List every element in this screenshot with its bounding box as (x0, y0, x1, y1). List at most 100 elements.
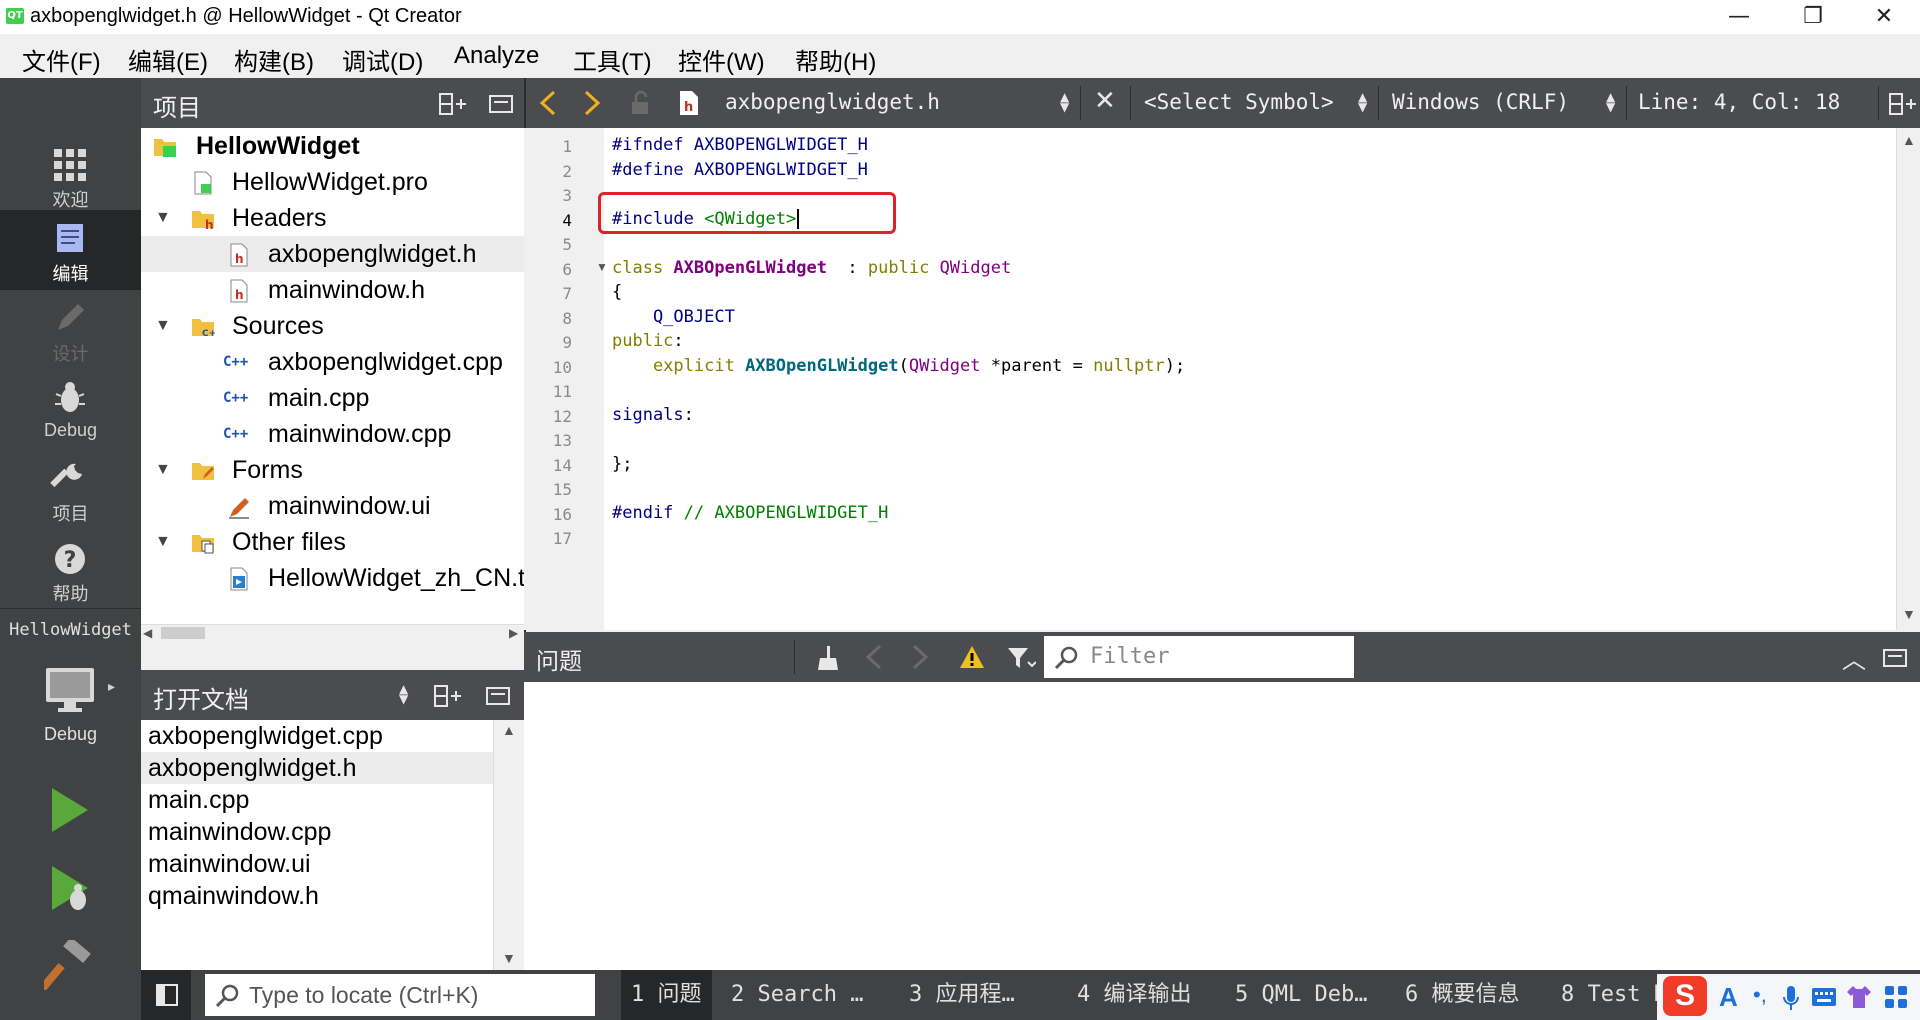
expand-arrow-icon[interactable]: ▼ (155, 200, 175, 236)
tree-item-ts[interactable]: HellowWidget_zh_CN.ts (141, 560, 524, 596)
punctuation-icon[interactable]: •, (1753, 982, 1767, 1008)
output-tab-qml-debugger[interactable]: 5 QML Deb… (1235, 970, 1367, 1020)
mode-projects[interactable]: 项目 (0, 450, 141, 530)
code-line[interactable]: }; (612, 454, 632, 474)
tree-item-axbopenglwidget-h[interactable]: h axbopenglwidget.h (141, 236, 524, 272)
panel-splitter[interactable] (141, 640, 524, 670)
editor-vertical-scrollbar[interactable]: ▲ ▼ (1896, 128, 1920, 630)
skin-shirt-icon[interactable] (1845, 984, 1873, 1010)
open-doc-item[interactable]: mainwindow.cpp (141, 816, 493, 848)
mode-design[interactable]: 设计 (0, 290, 141, 370)
mode-welcome[interactable]: 欢迎 (0, 136, 141, 216)
debug-run-icon[interactable] (48, 864, 96, 914)
tree-item-mainwindow-h[interactable]: h mainwindow.h (141, 272, 524, 308)
build-hammer-icon[interactable] (44, 940, 94, 990)
prev-issue-icon[interactable] (864, 644, 884, 670)
menu-edit[interactable]: 编辑(E) (128, 42, 208, 76)
scroll-down-icon[interactable]: ▼ (1902, 606, 1916, 622)
tree-item-mainwindow-ui[interactable]: mainwindow.ui (141, 488, 524, 524)
minimize-button[interactable]: — (1710, 0, 1768, 34)
project-tree[interactable]: HellowWidget HellowWidget.pro ▼ h Header… (141, 128, 524, 641)
split-icon[interactable] (1888, 92, 1918, 116)
maximize-panel-icon[interactable]: ︿ (1842, 640, 1866, 675)
menu-build[interactable]: 构建(B) (234, 42, 314, 76)
open-doc-item[interactable]: axbopenglwidget.cpp (141, 720, 493, 752)
split-icon[interactable] (438, 92, 468, 116)
output-tab-test-results[interactable]: 8 Test R (1561, 970, 1667, 1020)
output-tab-general[interactable]: 6 概要信息 (1405, 970, 1520, 1020)
tree-item-main-cpp[interactable]: C++ main.cpp (141, 380, 524, 416)
expand-arrow-icon[interactable]: ▼ (155, 452, 175, 488)
line-ending-combo[interactable]: Windows (CRLF) (1392, 90, 1569, 114)
issues-list[interactable] (524, 682, 1920, 970)
split-icon[interactable] (433, 684, 463, 708)
open-doc-item[interactable]: qmainwindow.h (141, 880, 493, 912)
code-line[interactable]: #define AXBOPENGLWIDGET_H (612, 160, 868, 180)
tree-item-mainwindow-cpp[interactable]: C++ mainwindow.cpp (141, 416, 524, 452)
tree-item-axbopenglwidget-cpp[interactable]: C++ axbopenglwidget.cpp (141, 344, 524, 380)
keyboard-icon[interactable] (1811, 986, 1837, 1008)
toolbox-grid-icon[interactable] (1883, 984, 1909, 1010)
expand-arrow-icon[interactable]: ▼ (155, 308, 175, 344)
scroll-right-icon[interactable]: ▶ (509, 626, 518, 640)
docs-vertical-scrollbar[interactable]: ▲ ▼ (493, 720, 524, 970)
output-tab-issues[interactable]: 1 问题 (621, 970, 712, 1020)
code-line[interactable]: { (612, 282, 622, 302)
tree-horizontal-scrollbar[interactable]: ◀ ▶ (141, 624, 524, 641)
warning-icon[interactable] (958, 644, 986, 670)
microphone-icon[interactable] (1781, 984, 1801, 1012)
open-doc-item[interactable]: axbopenglwidget.h (141, 752, 493, 784)
mode-help[interactable]: ? 帮助 (0, 530, 141, 610)
tree-item-forms[interactable]: ▼ Forms (141, 452, 524, 488)
output-tab-search[interactable]: 2 Search … (731, 970, 863, 1020)
tree-item-headers[interactable]: ▼ h Headers (141, 200, 524, 236)
mode-debug[interactable]: Debug (0, 370, 141, 450)
open-doc-item[interactable]: mainwindow.ui (141, 848, 493, 880)
symbol-combo-arrows-icon[interactable]: ▲ ▼ (1358, 91, 1367, 113)
menu-debug[interactable]: 调试(D) (342, 42, 423, 76)
scroll-thumb[interactable] (161, 627, 205, 639)
kit-selector[interactable]: ▸ Debug (0, 656, 141, 756)
code-line[interactable]: #endif // AXBOPENGLWIDGET_H (612, 503, 888, 523)
output-tab-compile[interactable]: 4 编译输出 (1077, 970, 1192, 1020)
close-button[interactable]: ✕ (1855, 0, 1913, 34)
scroll-up-icon[interactable]: ▲ (502, 722, 516, 738)
close-pane-icon[interactable] (1882, 646, 1908, 670)
scroll-left-icon[interactable]: ◀ (143, 626, 152, 640)
open-doc-item[interactable]: main.cpp (141, 784, 493, 816)
fold-arrow-icon[interactable]: ▼ (596, 260, 608, 274)
open-docs-list[interactable]: axbopenglwidget.cpp axbopenglwidget.h ma… (141, 720, 524, 970)
cursor-position[interactable]: Line: 4, Col: 18 (1638, 90, 1840, 114)
ime-mode-icon[interactable]: A (1719, 982, 1738, 1013)
code-line[interactable]: #ifndef AXBOPENGLWIDGET_H (612, 135, 868, 155)
output-tab-app-output[interactable]: 3 应用程… (909, 970, 1015, 1020)
menu-tools[interactable]: 工具(T) (573, 42, 652, 76)
close-pane-icon[interactable] (488, 92, 514, 116)
scroll-down-icon[interactable]: ▼ (502, 950, 516, 966)
line-ending-arrows-icon[interactable]: ▲ ▼ (1606, 91, 1615, 113)
locator-input[interactable]: Type to locate (Ctrl+K) (205, 974, 595, 1016)
next-issue-icon[interactable] (910, 644, 930, 670)
code-line[interactable]: public: (612, 331, 684, 351)
scroll-up-icon[interactable]: ▲ (1902, 132, 1916, 148)
view-select-arrows-icon[interactable]: ▲▼ (399, 683, 408, 705)
menu-controls[interactable]: 控件(W) (678, 42, 765, 76)
menu-file[interactable]: 文件(F) (22, 42, 101, 76)
maximize-button[interactable]: ❐ (1784, 0, 1842, 34)
forward-arrow-icon[interactable] (582, 90, 602, 116)
mode-edit[interactable]: 编辑 (0, 210, 141, 290)
sogou-logo-icon[interactable]: S (1663, 976, 1707, 1016)
tree-item-other-files[interactable]: ▼ Other files (141, 524, 524, 560)
open-docs-title[interactable]: 打开文档 (153, 680, 249, 715)
close-pane-icon[interactable] (485, 684, 511, 708)
tree-item-sources[interactable]: ▼ C+ Sources (141, 308, 524, 344)
code-line[interactable]: signals: (612, 405, 694, 425)
menu-analyze[interactable]: Analyze (454, 42, 539, 70)
filter-icon[interactable] (1006, 646, 1036, 672)
tree-item-project[interactable]: HellowWidget (141, 128, 524, 164)
symbol-combo[interactable]: <Select Symbol> (1144, 90, 1334, 114)
close-document-icon[interactable]: ✕ (1094, 86, 1116, 116)
project-view-title[interactable]: 项目 (153, 88, 201, 123)
run-icon[interactable] (48, 786, 92, 834)
file-combo-arrows-icon[interactable]: ▲ ▼ (1060, 91, 1069, 113)
